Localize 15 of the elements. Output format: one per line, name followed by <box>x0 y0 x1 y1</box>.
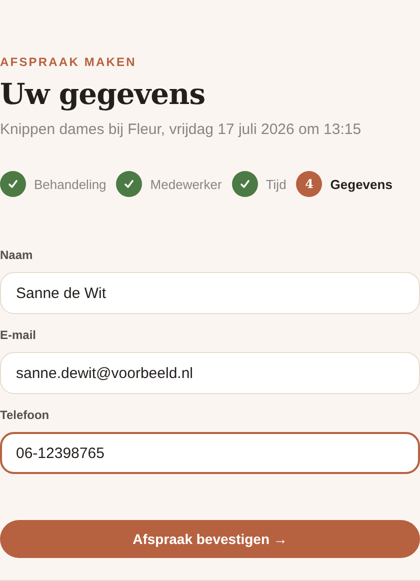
input-field[interactable]: sanne.dewit@voorbeeld.nl <box>0 352 420 394</box>
confirm-button[interactable]: Afspraak bevestigen → <box>0 520 420 558</box>
field-label: E-mail <box>0 328 38 342</box>
step-number: 4 <box>296 171 322 197</box>
step-label: Medewerker <box>150 176 222 192</box>
step-label: Behandeling <box>34 176 106 192</box>
input-field[interactable]: Sanne de Wit <box>0 272 420 314</box>
page-title: Uw gegevens <box>0 77 206 111</box>
field-label: Naam <box>0 248 34 262</box>
step-label: Gegevens <box>330 176 392 192</box>
appointment-summary: Knippen dames bij Fleur, vrijdag 17 juli 2026 om 13:15 <box>0 121 362 138</box>
eyebrow-label: AFSPRAAK MAKEN <box>0 55 138 69</box>
input-field[interactable]: 06-12398765 <box>0 432 420 474</box>
step-label: Tijd <box>266 176 286 192</box>
field-label: Telefoon <box>0 408 50 422</box>
